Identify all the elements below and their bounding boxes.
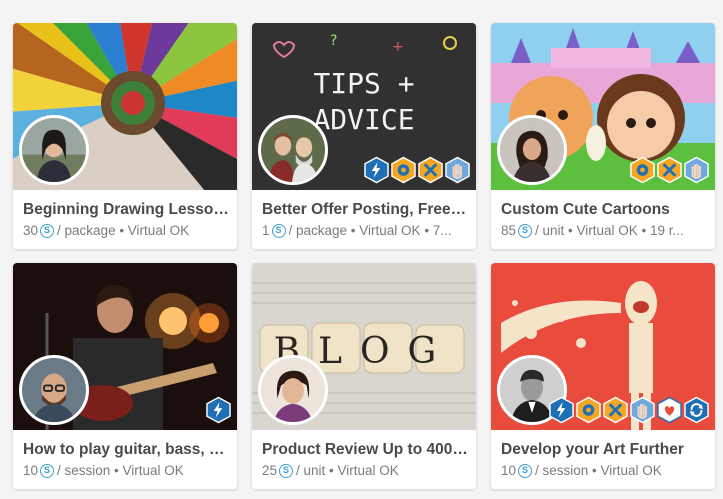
- offer-image[interactable]: [13, 23, 237, 190]
- gear-badge-icon[interactable]: [391, 156, 416, 184]
- price-value: 10: [23, 463, 39, 478]
- seller-avatar[interactable]: [497, 115, 567, 185]
- avatar-photo: [261, 358, 325, 422]
- avatar-photo: [500, 118, 564, 182]
- badge-row: [549, 396, 709, 424]
- coin-icon: S: [40, 223, 55, 238]
- offer-meta: 10 S / session • Virtual OK: [501, 462, 709, 479]
- coin-icon: S: [518, 223, 533, 238]
- offer-meta: 25 S / unit • Virtual OK: [262, 462, 470, 479]
- offer-meta: 10 S / session • Virtual OK: [23, 462, 231, 479]
- lightning-badge-icon[interactable]: [549, 396, 574, 424]
- offer-title[interactable]: Custom Cute Cartoons: [501, 200, 709, 219]
- avatar-photo: [261, 118, 325, 182]
- chalkboard-text: TIPS +: [313, 67, 414, 100]
- price-value: 30: [23, 223, 39, 238]
- unit-and-details: / session • Virtual OK: [57, 463, 184, 478]
- seller-avatar[interactable]: [19, 355, 89, 425]
- unit-and-details: / unit • Virtual OK: [296, 463, 399, 478]
- offer-card[interactable]: ? + TIPS + ADVICE Better Offer Posting, …: [252, 23, 476, 249]
- coin-icon: S: [518, 463, 533, 478]
- offer-card[interactable]: Beginning Drawing Lessons 30 S / package…: [13, 23, 237, 249]
- tools-badge-icon[interactable]: [657, 156, 682, 184]
- offer-card[interactable]: Custom Cute Cartoons 85 S / unit • Virtu…: [491, 23, 715, 249]
- seller-avatar[interactable]: [258, 115, 328, 185]
- offer-card[interactable]: Develop your Art Further 10 S / session …: [491, 263, 715, 489]
- offer-title[interactable]: Beginning Drawing Lessons: [23, 200, 231, 219]
- gear-badge-icon[interactable]: [630, 156, 655, 184]
- offer-image[interactable]: ? + TIPS + ADVICE: [252, 23, 476, 190]
- avatar-photo: [22, 118, 86, 182]
- price-value: 85: [501, 223, 517, 238]
- svg-text:+: +: [392, 39, 404, 55]
- coin-icon: S: [271, 223, 286, 238]
- svg-text:ADVICE: ADVICE: [313, 103, 414, 136]
- coin-icon: S: [40, 463, 55, 478]
- badge-row: [364, 156, 470, 184]
- offer-title[interactable]: Develop your Art Further: [501, 440, 709, 459]
- offer-image[interactable]: [491, 23, 715, 190]
- heart-hand-badge-icon[interactable]: [657, 396, 682, 424]
- offer-image[interactable]: [491, 263, 715, 430]
- lightning-badge-icon[interactable]: [206, 396, 231, 424]
- gear-badge-icon[interactable]: [576, 396, 601, 424]
- offer-meta: 1 S / package • Virtual OK • 7...: [262, 222, 470, 239]
- hand-badge-icon[interactable]: [445, 156, 470, 184]
- seller-avatar[interactable]: [258, 355, 328, 425]
- unit-and-details: / package • Virtual OK: [57, 223, 190, 238]
- lightning-badge-icon[interactable]: [364, 156, 389, 184]
- offer-meta: 30 S / package • Virtual OK: [23, 222, 231, 239]
- price-value: 10: [501, 463, 517, 478]
- price-value: 1: [262, 223, 270, 238]
- hand-badge-icon[interactable]: [630, 396, 655, 424]
- hand-badge-icon[interactable]: [684, 156, 709, 184]
- offer-title[interactable]: Better Offer Posting, Free Help: [262, 200, 470, 219]
- unit-and-details: / unit • Virtual OK • 19 r...: [535, 223, 684, 238]
- badge-row: [630, 156, 709, 184]
- offer-title[interactable]: Product Review Up to 400 Words: [262, 440, 470, 459]
- unit-and-details: / package • Virtual OK • 7...: [288, 223, 452, 238]
- avatar-photo: [22, 358, 86, 422]
- refresh-badge-icon[interactable]: [684, 396, 709, 424]
- offer-image[interactable]: [13, 263, 237, 430]
- tools-badge-icon[interactable]: [603, 396, 628, 424]
- price-value: 25: [262, 463, 278, 478]
- svg-text:?: ?: [330, 33, 337, 49]
- offer-card[interactable]: BLOG Product Review Up to 400 Words 25 S…: [252, 263, 476, 489]
- offer-image[interactable]: BLOG: [252, 263, 476, 430]
- tools-badge-icon[interactable]: [418, 156, 443, 184]
- seller-avatar[interactable]: [19, 115, 89, 185]
- offer-meta: 85 S / unit • Virtual OK • 19 r...: [501, 222, 709, 239]
- offer-card[interactable]: How to play guitar, bass, or... 10 S / s…: [13, 263, 237, 489]
- badge-row: [206, 396, 231, 424]
- coin-icon: S: [279, 463, 294, 478]
- offer-title[interactable]: How to play guitar, bass, or...: [23, 440, 231, 459]
- unit-and-details: / session • Virtual OK: [535, 463, 662, 478]
